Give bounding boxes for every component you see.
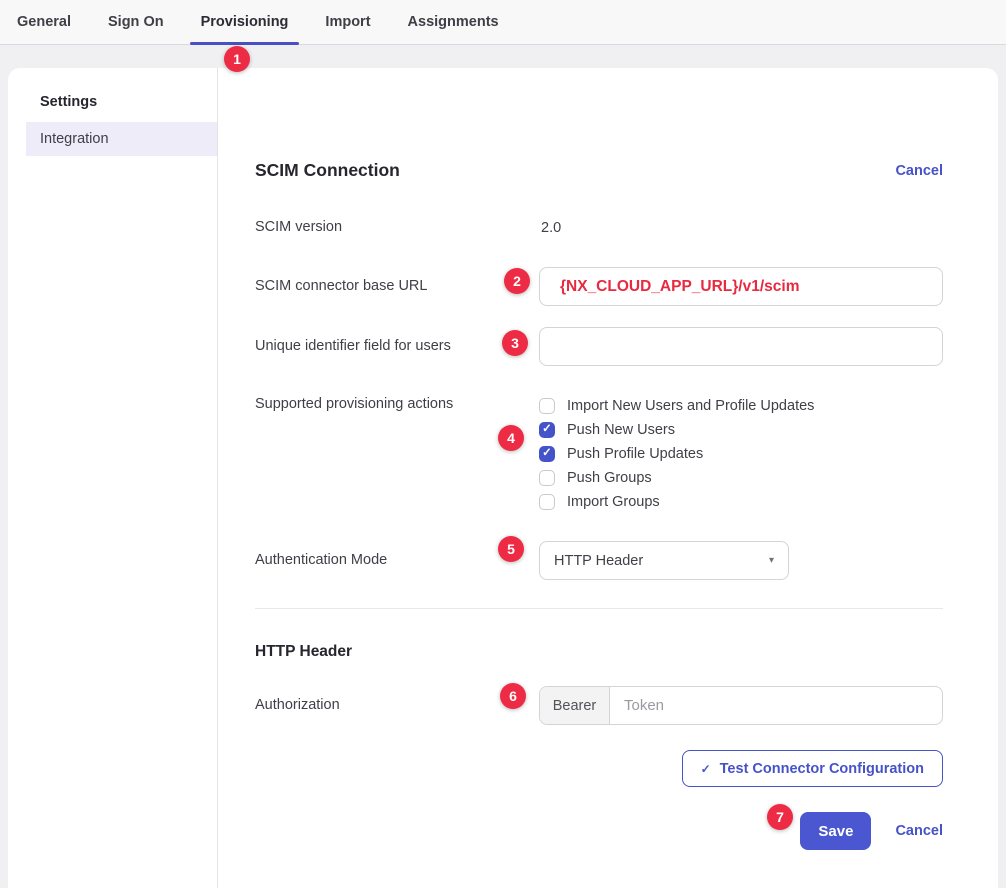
- step-badge-4: 4: [498, 425, 524, 451]
- step-badge-2: 2: [504, 268, 530, 294]
- auth-mode-label: Authentication Mode: [255, 541, 539, 568]
- base-url-row: SCIM connector base URL: [255, 267, 943, 306]
- authorization-label: Authorization: [255, 686, 539, 713]
- step-badge-3: 3: [502, 330, 528, 356]
- settings-sidebar: Settings Integration: [8, 68, 218, 888]
- bearer-prefix: Bearer: [540, 687, 610, 724]
- test-connector-button-label: Test Connector Configuration: [720, 761, 924, 777]
- authorization-row: Authorization Bearer Token: [255, 686, 943, 725]
- check-icon: ✓: [542, 448, 552, 460]
- sidebar-header: Settings: [40, 94, 217, 110]
- token-input[interactable]: Token: [610, 687, 942, 724]
- scim-version-label: SCIM version: [255, 219, 539, 235]
- settings-card: Settings Integration SCIM Connection Can…: [8, 68, 998, 888]
- check-icon: ✓: [701, 762, 711, 776]
- check-row-push-groups: Push Groups: [539, 466, 943, 490]
- checkbox-label: Push New Users: [567, 422, 675, 438]
- step-badge-6: 6: [500, 683, 526, 709]
- scim-connection-panel: SCIM Connection Cancel SCIM version 2.0 …: [218, 68, 998, 888]
- checkbox-push-profile-updates[interactable]: ✓: [539, 446, 555, 462]
- checkbox-label: Push Groups: [567, 470, 652, 486]
- provisioning-actions-label: Supported provisioning actions: [255, 394, 539, 412]
- checkbox-import-new-users[interactable]: [539, 398, 555, 414]
- page-title: SCIM Connection: [255, 160, 400, 181]
- unique-id-row: Unique identifier field for users: [255, 327, 943, 366]
- unique-id-input[interactable]: [539, 327, 943, 366]
- scim-version-value: 2.0: [539, 220, 561, 236]
- app-tab-bar: General Sign On Provisioning Import Assi…: [0, 0, 1006, 45]
- step-badge-1: 1: [224, 46, 250, 72]
- tab-general[interactable]: General: [6, 0, 82, 44]
- provisioning-actions-row: Supported provisioning actions Import Ne…: [255, 394, 943, 514]
- sidebar-item-integration[interactable]: Integration: [26, 122, 217, 156]
- scim-version-row: SCIM version 2.0: [255, 219, 943, 237]
- checkbox-import-groups[interactable]: [539, 494, 555, 510]
- auth-mode-row: Authentication Mode HTTP Header ▾: [255, 541, 943, 580]
- cancel-link-top[interactable]: Cancel: [895, 163, 943, 179]
- auth-mode-select[interactable]: HTTP Header ▾: [539, 541, 789, 580]
- check-row-push-profile-updates: ✓ Push Profile Updates: [539, 442, 943, 466]
- check-row-import-groups: Import Groups: [539, 490, 943, 514]
- checkbox-push-new-users[interactable]: ✓: [539, 422, 555, 438]
- http-header-section-title: HTTP Header: [255, 643, 943, 661]
- checkbox-label: Import New Users and Profile Updates: [567, 398, 814, 414]
- cancel-link-bottom[interactable]: Cancel: [895, 823, 943, 839]
- check-icon: ✓: [542, 424, 552, 436]
- tab-provisioning[interactable]: Provisioning: [190, 0, 300, 44]
- tab-assignments[interactable]: Assignments: [397, 0, 510, 44]
- checkbox-push-groups[interactable]: [539, 470, 555, 486]
- base-url-input[interactable]: [539, 267, 943, 306]
- checkbox-label: Push Profile Updates: [567, 446, 703, 462]
- step-badge-7: 7: [767, 804, 793, 830]
- authorization-input-group: Bearer Token: [539, 686, 943, 725]
- chevron-down-icon: ▾: [769, 555, 774, 566]
- checkbox-label: Import Groups: [567, 494, 660, 510]
- test-connector-configuration-button[interactable]: ✓ Test Connector Configuration: [682, 750, 943, 787]
- section-divider: [255, 608, 943, 609]
- check-row-push-new-users: ✓ Push New Users: [539, 418, 943, 442]
- auth-mode-selected-value: HTTP Header: [554, 553, 643, 569]
- tab-sign-on[interactable]: Sign On: [97, 0, 175, 44]
- tab-import[interactable]: Import: [314, 0, 381, 44]
- base-url-label: SCIM connector base URL: [255, 267, 539, 294]
- step-badge-5: 5: [498, 536, 524, 562]
- check-row-import-new-users: Import New Users and Profile Updates: [539, 394, 943, 418]
- save-button[interactable]: Save: [800, 812, 871, 850]
- unique-id-label: Unique identifier field for users: [255, 327, 539, 354]
